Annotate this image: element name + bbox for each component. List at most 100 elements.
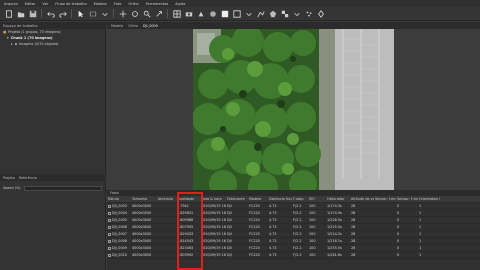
save-icon[interactable] (28, 9, 37, 18)
table-cell: 28 (351, 239, 356, 243)
menu-item[interactable]: Ajuda (175, 2, 185, 6)
checkbox-icon[interactable] (108, 211, 111, 215)
table-cell: 2020/09/19 16:24... (201, 232, 226, 236)
menu-bar: Arquivo Editar Ver Fluxo de trabalho Modelo F… (0, 0, 480, 7)
tab-projeto[interactable]: Projeto (3, 176, 15, 180)
table-row[interactable]: DJI_00034000x30000.79412020/09/19 16:24.… (107, 203, 480, 210)
menu-item[interactable]: Editar (25, 2, 36, 6)
menu-item[interactable]: Foto (114, 2, 122, 6)
checkbox-icon[interactable] (108, 253, 111, 257)
column-header[interactable]: Rótulo (107, 197, 131, 201)
redo-icon[interactable] (58, 9, 67, 18)
table-cell: 4000x3000 (132, 204, 152, 208)
chevron-right-icon[interactable]: ▸ (11, 42, 13, 46)
open-folder-icon[interactable] (16, 9, 25, 18)
undo-icon[interactable] (46, 9, 55, 18)
select-arrow-icon[interactable] (76, 9, 85, 18)
table-cell: 4.73 (269, 253, 277, 257)
row-label: DJI_0007 (112, 232, 127, 236)
tiled-icon[interactable] (280, 9, 289, 18)
tab-photo[interactable]: DJI_0009 (143, 24, 158, 28)
checkbox-icon[interactable] (108, 225, 111, 229)
table-cell: FC220 (249, 225, 260, 229)
table-cell: DJI (227, 211, 232, 215)
point-cloud-icon[interactable] (232, 9, 241, 18)
table-row[interactable]: DJI_00094000x30000.8234632020/09/19 16:2… (107, 245, 480, 252)
chevron-down-icon[interactable] (292, 9, 301, 18)
tab-referencia[interactable]: Referência (19, 176, 37, 180)
menu-item[interactable]: Arquivo (4, 2, 18, 6)
column-header[interactable]: Orientation Mo (418, 197, 440, 201)
table-cell: 28 (351, 225, 356, 229)
texture-icon[interactable] (256, 9, 265, 18)
move-icon[interactable] (118, 9, 127, 18)
table-cell: 100 (309, 225, 316, 229)
column-header[interactable]: Fabricante (226, 197, 248, 201)
tab-modelo[interactable]: Modelo (111, 24, 123, 28)
table-row[interactable]: DJI_00044000x30000.8298312020/09/19 16:2… (107, 210, 480, 217)
mesh-icon[interactable] (220, 9, 229, 18)
column-header[interactable]: Tamanho (131, 197, 157, 201)
table-cell: 0 (397, 246, 400, 250)
menu-item[interactable]: Ortho (128, 2, 138, 6)
row-label: DJI_0010 (112, 253, 127, 257)
row-label-cell: DJI_0004 (107, 211, 131, 215)
column-header[interactable]: Alinhado (157, 197, 176, 201)
checkbox-icon[interactable] (108, 239, 111, 243)
menu-item[interactable]: Ver (42, 2, 48, 6)
markers-icon[interactable] (316, 9, 325, 18)
column-header[interactable]: F-stop (292, 197, 308, 201)
model-icon[interactable] (268, 9, 277, 18)
chevron-down-icon[interactable] (244, 9, 253, 18)
table-cell: 28 (351, 253, 356, 257)
table-row[interactable]: DJI_00064000x30000.8079052020/09/19 16:2… (107, 224, 480, 231)
checkbox-icon[interactable] (108, 246, 111, 250)
checkbox-icon[interactable] (108, 204, 111, 208)
column-header[interactable]: Modelo (248, 197, 268, 201)
chevron-down-icon[interactable]: ▾ (7, 36, 9, 40)
table-cell: F/2.2 (293, 218, 302, 222)
column-header[interactable]: Data & hora (200, 197, 226, 201)
table-cell: 1 (419, 239, 422, 243)
dense-cloud-icon[interactable] (304, 9, 313, 18)
column-header[interactable]: ISO (308, 197, 326, 201)
shape-icon[interactable] (196, 9, 205, 18)
tab-ortho[interactable]: Ortho (128, 24, 138, 28)
table-cell: F/2.2 (293, 239, 302, 243)
rectangle-select-icon[interactable] (88, 9, 97, 18)
resize-icon[interactable] (154, 9, 163, 18)
row-label: DJI_0004 (112, 211, 127, 215)
checkbox-icon[interactable] (108, 232, 111, 236)
table-row[interactable]: DJI_00054000x30000.8099882020/09/19 16:2… (107, 217, 480, 224)
table-row[interactable]: DJI_00084000x30000.8145432020/09/19 16:2… (107, 238, 480, 245)
tree-item-images[interactable]: ▸ ▪ Imagens (0/70 aligned) (0, 41, 105, 47)
paint-icon[interactable] (208, 9, 217, 18)
zoom-icon[interactable] (142, 9, 151, 18)
speed-input[interactable] (23, 185, 102, 191)
camera-icon[interactable] (184, 9, 193, 18)
rotate-icon[interactable] (130, 9, 139, 18)
table-cell: 28 (351, 218, 356, 222)
column-header[interactable]: Obturador (326, 197, 350, 201)
menu-item[interactable]: Modelo (94, 2, 107, 6)
column-header[interactable]: Sensor: F-mm (396, 197, 418, 201)
speed-row: Speed (%) (0, 184, 105, 192)
table-cell: 4.73 (269, 239, 277, 243)
table-cell: 1 (419, 204, 422, 208)
table-cell: 4.73 (269, 246, 277, 250)
menu-item[interactable]: Fluxo de trabalho (55, 2, 86, 6)
table-cell: 28 (351, 246, 356, 250)
menu-item[interactable]: Ferramentas (146, 2, 169, 6)
photo-viewport[interactable] (107, 29, 480, 190)
checkbox-icon[interactable] (108, 218, 111, 222)
new-file-icon[interactable] (4, 9, 13, 18)
table-header: Rótulo Tamanho Alinhado Qualidade Data & hor… (107, 196, 480, 203)
chevron-down-icon[interactable] (100, 9, 109, 18)
table-cell: FC220 (249, 232, 260, 236)
table-row[interactable]: DJI_00104000x30000.8039922020/09/19 16:2… (107, 252, 480, 259)
column-header[interactable]: Altitude de voo (350, 197, 374, 201)
table-row[interactable]: DJI_00074000x30000.8294332020/09/19 16:2… (107, 231, 480, 238)
grid-icon[interactable] (172, 9, 181, 18)
column-header[interactable]: Distância focal (268, 197, 292, 201)
column-header[interactable]: Sensor: f-mm (374, 197, 396, 201)
